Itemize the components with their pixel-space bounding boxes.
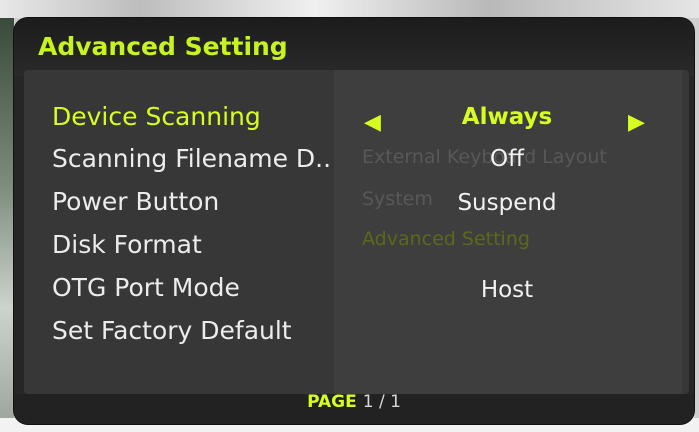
setting-otg-port-mode[interactable]: OTG Port Mode	[52, 273, 240, 302]
setting-disk-format[interactable]: Disk Format	[52, 230, 202, 259]
setting-scanning-filename[interactable]: Scanning Filename D..	[52, 144, 331, 173]
otg-port-mode-value: Host	[480, 277, 534, 303]
triangle-left-icon[interactable]: ◀	[364, 110, 381, 135]
page-indicator: PAGE 1 / 1	[14, 392, 694, 412]
background-left	[0, 18, 14, 432]
scanning-filename-value: Off	[490, 146, 524, 172]
page-label: PAGE	[307, 392, 357, 412]
dialog-title: Advanced Setting	[38, 32, 288, 61]
background-top	[0, 0, 699, 18]
power-button-value: Suspend	[457, 190, 557, 216]
advanced-setting-dialog: Advanced Setting External Keyboard Layou…	[14, 18, 694, 424]
device-scanning-value[interactable]: Always	[427, 104, 587, 130]
setting-device-scanning[interactable]: Device Scanning	[52, 102, 261, 131]
setting-set-factory-default[interactable]: Set Factory Default	[52, 316, 292, 345]
page-number: 1 / 1	[362, 392, 401, 412]
triangle-right-icon[interactable]: ▶	[628, 110, 645, 135]
background-menu-item: System	[362, 188, 433, 210]
dialog-header: Advanced Setting	[14, 18, 694, 76]
background-menu-item: Advanced Setting	[362, 228, 530, 250]
setting-power-button[interactable]: Power Button	[52, 187, 219, 216]
